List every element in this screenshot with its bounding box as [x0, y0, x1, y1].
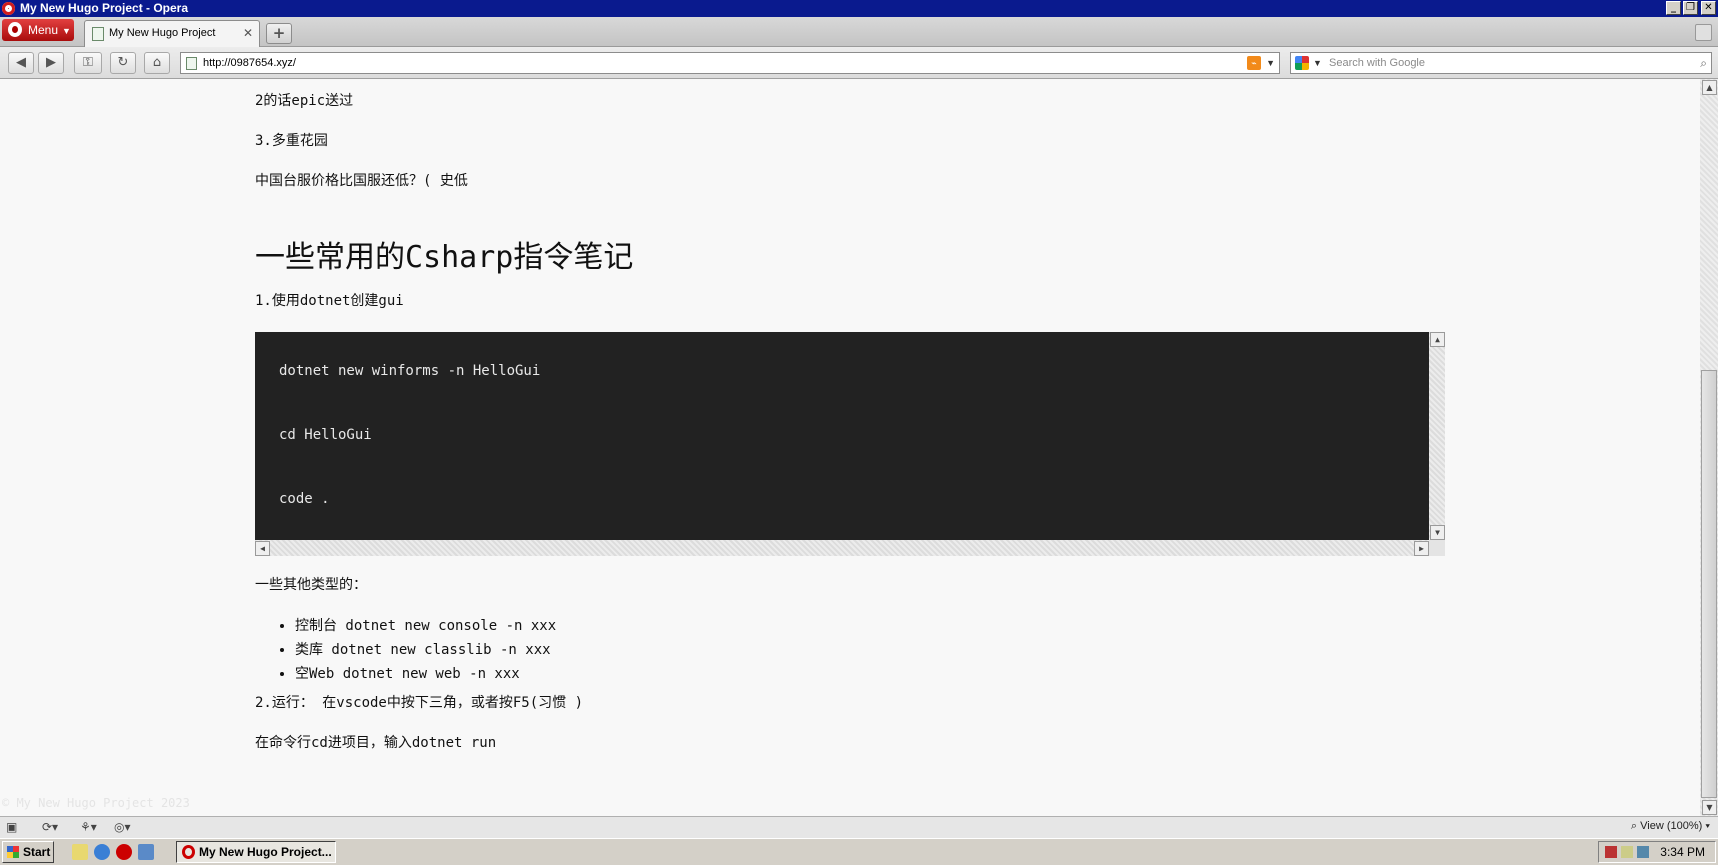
step-2-text: 2.运行： 在vscode中按下三角，或者按F5(习惯 )	[255, 695, 584, 711]
start-button[interactable]: Start	[2, 841, 54, 863]
list-item: 控制台 dotnet new console -n xxx	[295, 614, 556, 638]
opera-quicklaunch-icon[interactable]	[116, 844, 132, 860]
text-line: 中国台服价格比国服还低？( 史低	[255, 173, 468, 189]
tab-strip: Menu ▼ My New Hugo Project ✕ +	[0, 17, 1718, 47]
panel-toggle-icon[interactable]: ▣	[6, 820, 17, 834]
page-vertical-scrollbar[interactable]: ▲ ▼	[1700, 79, 1718, 816]
restore-button[interactable]: ❐	[1683, 1, 1698, 15]
navigation-toolbar: ◀ ▶ ⚿ ↻ ⌂ http://0987654.xyz/ ⌁ ▼ ▼ Sear…	[0, 47, 1718, 79]
scrollbar-thumb[interactable]	[1701, 370, 1717, 798]
text-line: 2的话epic送过	[255, 93, 354, 109]
back-button[interactable]: ◀	[8, 52, 34, 74]
list-item: 类库 dotnet new classlib -n xxx	[295, 638, 556, 662]
address-dropdown-icon[interactable]: ▼	[1266, 53, 1275, 73]
code-line: cd HelloGui	[279, 427, 372, 443]
window-title: My New Hugo Project - Opera	[20, 1, 189, 15]
search-input[interactable]: ▼ Search with Google ⌕	[1290, 52, 1712, 74]
close-tab-icon[interactable]: ✕	[243, 21, 253, 46]
list-item: 空Web dotnet new web -n xxx	[295, 662, 556, 686]
page-icon	[186, 57, 197, 70]
system-tray: 3:34 PM	[1598, 841, 1716, 863]
search-placeholder: Search with Google	[1329, 57, 1425, 69]
status-bar: ▣ ⟳▾ ⚘▾ ◎▾ ⌕ View (100%) ▾	[0, 816, 1718, 838]
code-vertical-scrollbar[interactable]: ▲ ▼	[1429, 332, 1445, 540]
opera-app-icon	[2, 2, 15, 15]
minimize-button[interactable]: _	[1666, 1, 1681, 15]
chevron-down-icon: ▼	[62, 26, 71, 36]
address-field[interactable]: http://0987654.xyz/ ⌁ ▼	[180, 52, 1280, 74]
command-list: 控制台 dotnet new console -n xxx 类库 dotnet …	[255, 614, 556, 686]
rss-feed-icon[interactable]: ⌁	[1247, 56, 1261, 70]
text-line: 3.多重花园	[255, 133, 328, 149]
internet-explorer-icon[interactable]	[94, 844, 110, 860]
opera-menu-button[interactable]: Menu ▼	[2, 19, 74, 41]
clock: 3:34 PM	[1660, 845, 1705, 859]
close-window-button[interactable]: ✕	[1701, 1, 1716, 15]
code-horizontal-scrollbar[interactable]: ◀ ▶	[255, 540, 1429, 556]
scrollbar-corner	[1429, 540, 1445, 556]
trash-icon[interactable]	[1695, 24, 1712, 41]
google-icon[interactable]	[1295, 56, 1309, 70]
scroll-down-icon[interactable]: ▼	[1430, 525, 1445, 540]
tab-title: My New Hugo Project	[109, 27, 216, 39]
zoom-control[interactable]: ⌕ View (100%) ▾	[1631, 820, 1710, 833]
scroll-up-icon[interactable]: ▲	[1702, 80, 1717, 95]
forward-button[interactable]: ▶	[38, 52, 64, 74]
search-icon[interactable]: ⌕	[1700, 53, 1707, 73]
opera-icon	[182, 845, 195, 859]
windows-taskbar: Start My New Hugo Project... 3:34 PM	[0, 838, 1718, 865]
tray-icon[interactable]	[1605, 846, 1617, 858]
scroll-right-icon[interactable]: ▶	[1414, 541, 1429, 556]
step-1-text: 1.使用dotnet创建gui	[255, 293, 404, 309]
opera-logo-icon	[8, 22, 22, 37]
menu-label: Menu	[28, 23, 59, 37]
window-titlebar: My New Hugo Project - Opera _ ❐ ✕	[0, 0, 1718, 17]
sync-icon[interactable]: ⟳▾	[42, 820, 58, 834]
volume-icon[interactable]	[1621, 846, 1633, 858]
code-line: dotnet new winforms -n HelloGui	[279, 363, 541, 379]
scroll-left-icon[interactable]: ◀	[255, 541, 270, 556]
turbo-icon[interactable]: ◎▾	[114, 820, 131, 834]
notepad-icon[interactable]	[72, 844, 88, 860]
section-heading: 一些常用的Csharp指令笔记	[255, 240, 634, 275]
reload-button[interactable]: ↻	[110, 52, 136, 74]
task-label: My New Hugo Project...	[199, 845, 332, 859]
scroll-up-icon[interactable]: ▲	[1430, 332, 1445, 347]
run-text: 在命令行cd进项目，输入dotnet run	[255, 735, 497, 751]
show-desktop-icon[interactable]	[138, 844, 154, 860]
unite-icon[interactable]: ⚘▾	[80, 820, 97, 834]
page-footer: © My New Hugo Project 2023	[2, 796, 190, 810]
search-engine-dropdown-icon[interactable]: ▼	[1313, 53, 1322, 73]
windows-flag-icon	[7, 846, 19, 858]
page-icon	[92, 27, 104, 41]
scroll-down-icon[interactable]: ▼	[1702, 800, 1717, 815]
new-tab-button[interactable]: +	[266, 23, 292, 44]
page-viewport: 2的话epic送过 3.多重花园 中国台服价格比国服还低？( 史低 一些常用的C…	[0, 79, 1700, 816]
start-label: Start	[23, 845, 51, 859]
zoom-label: View (100%)	[1640, 820, 1703, 832]
taskbar-item-opera[interactable]: My New Hugo Project...	[176, 841, 336, 863]
network-icon[interactable]	[1637, 846, 1649, 858]
code-line: code .	[279, 491, 330, 507]
wand-key-icon[interactable]: ⚿	[74, 52, 102, 74]
tab-active[interactable]: My New Hugo Project ✕	[84, 20, 260, 47]
home-button[interactable]: ⌂	[144, 52, 170, 74]
code-block: dotnet new winforms -n HelloGui cd Hello…	[255, 332, 1445, 556]
address-url: http://0987654.xyz/	[203, 57, 296, 69]
other-types-label: 一些其他类型的：	[255, 577, 367, 593]
